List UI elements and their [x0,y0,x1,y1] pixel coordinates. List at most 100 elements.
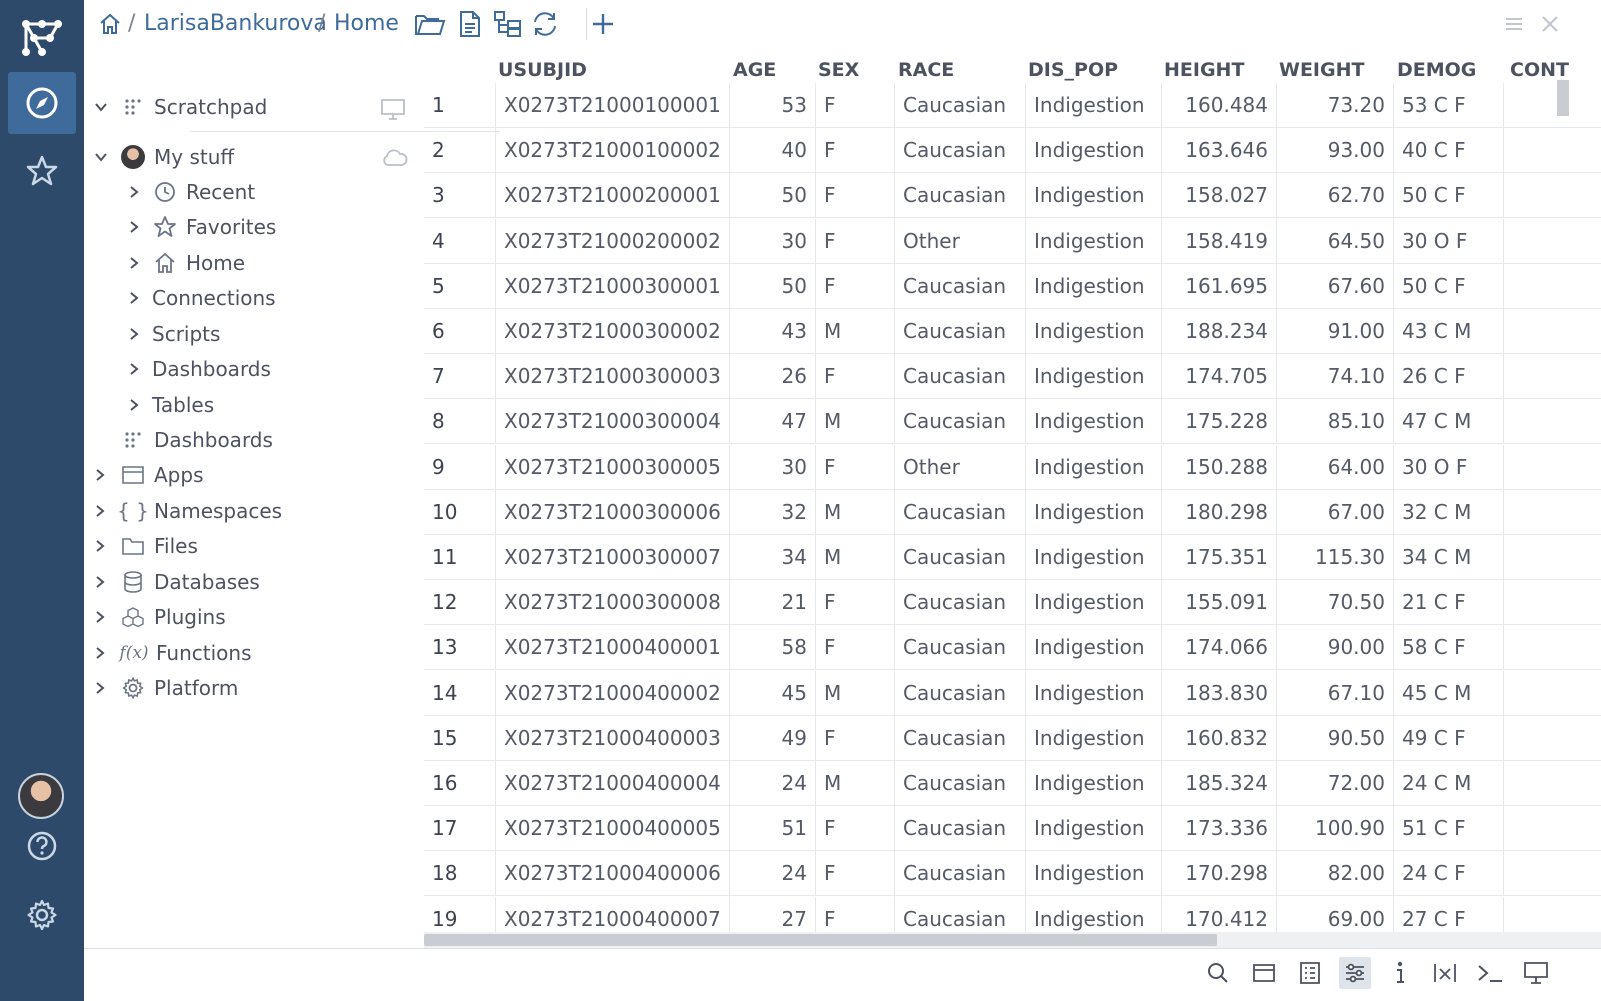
table-cell[interactable]: 26 [730,354,816,400]
table-cell[interactable]: Caucasian [895,625,1026,671]
chevron-right-icon[interactable] [128,398,140,412]
table-cell[interactable]: Indigestion [1026,535,1162,580]
chevron-down-icon[interactable] [94,100,108,114]
tree-item-apps[interactable]: Apps [120,458,204,492]
table-cell[interactable]: 158.419 [1162,218,1277,264]
tree-structure-icon[interactable] [492,10,524,42]
table-cell[interactable]: M [816,489,895,535]
table-cell[interactable]: 34 [730,535,816,580]
table-cell[interactable]: F [816,218,895,264]
table-cell[interactable]: F [816,173,895,219]
table-cell[interactable]: 21 [730,580,816,626]
table-cell[interactable]: 30 O F [1394,218,1504,264]
chevron-right-icon[interactable] [94,539,106,553]
table-cell[interactable] [1504,173,1601,218]
table-cell[interactable]: 45 [730,670,816,716]
table-cell[interactable]: X0273T21000300006 [496,489,730,535]
column-header-weight[interactable]: WEIGHT [1279,50,1364,84]
table-cell[interactable]: X0273T21000100002 [496,128,730,174]
table-cell[interactable] [1504,851,1601,896]
tree-item-home[interactable]: Home [152,246,245,280]
table-cell[interactable]: 64.50 [1277,218,1394,264]
table-cell[interactable] [1504,445,1601,490]
table-row[interactable]: 15 X0273T21000400003 49 F Caucasian Indigesti… [424,715,1601,761]
refresh-icon[interactable] [530,10,560,42]
table-cell[interactable] [1504,535,1601,580]
table-cell[interactable]: 30 [730,218,816,264]
table-cell[interactable]: 85.10 [1277,399,1394,445]
presentation-icon[interactable] [1520,957,1552,989]
table-cell[interactable]: 163.646 [1162,128,1277,174]
row-number[interactable]: 10 [424,489,496,535]
help-button[interactable] [8,815,76,877]
table-row[interactable]: 16 X0273T21000400004 24 M Caucasian Indigesti… [424,761,1601,806]
table-cell[interactable] [1504,580,1601,625]
row-number[interactable]: 3 [424,173,496,219]
chevron-right-icon[interactable] [94,610,106,624]
table-cell[interactable]: Caucasian [895,399,1026,445]
tree-item-tables[interactable]: Tables [152,388,214,422]
tree-item-favorites[interactable]: Favorites [152,210,276,244]
tree-item-namespaces[interactable]: { } Namespaces [117,494,282,528]
close-icon[interactable] [1540,14,1560,38]
table-cell[interactable] [1504,761,1601,806]
row-number[interactable]: 1 [424,83,496,128]
table-cell[interactable]: X0273T21000300001 [496,263,730,309]
table-cell[interactable]: Caucasian [895,851,1026,897]
table-cell[interactable]: 160.484 [1162,83,1277,128]
data-grid[interactable]: USUBJID AGE SEX RACE DIS_POP HEIGHT WEIGHT DEMO… [424,50,1601,948]
table-cell[interactable]: M [816,399,895,445]
chevron-right-icon[interactable] [128,185,140,199]
row-number[interactable]: 18 [424,851,496,897]
column-header-age[interactable]: AGE [733,50,776,84]
column-header-race[interactable]: RACE [898,50,954,84]
table-row[interactable]: 10 X0273T21000300006 32 M Caucasian Indigesti… [424,489,1601,535]
breadcrumb-user[interactable]: LarisaBankurova [144,11,327,36]
chevron-down-icon[interactable] [94,150,108,164]
column-header-usubjid[interactable]: USUBJID [498,50,587,84]
table-cell[interactable]: 26 C F [1394,354,1504,400]
table-cell[interactable]: Indigestion [1026,806,1162,852]
tree-item-my-dashboards[interactable]: Dashboards [152,352,271,386]
table-cell[interactable]: X0273T21000300005 [496,444,730,490]
tree-item-scratchpad[interactable]: Scratchpad [120,90,267,124]
table-cell[interactable] [1504,490,1601,535]
table-cell[interactable]: Caucasian [895,489,1026,535]
row-number[interactable]: 11 [424,535,496,580]
table-cell[interactable]: 47 [730,399,816,445]
table-row[interactable]: 8 X0273T21000300004 47 M Caucasian Indigestio… [424,399,1601,445]
table-cell[interactable]: Caucasian [895,806,1026,852]
table-cell[interactable]: 82.00 [1277,851,1394,897]
tree-item-scripts[interactable]: Scripts [152,317,220,351]
table-cell[interactable]: 67.60 [1277,263,1394,309]
row-number[interactable]: 15 [424,715,496,761]
tree-item-databases[interactable]: Databases [120,565,260,599]
table-cell[interactable] [1504,83,1601,128]
table-cell[interactable]: F [816,851,895,897]
table-row[interactable]: 6 X0273T21000300002 43 M Caucasian Indigestio… [424,309,1601,354]
table-cell[interactable]: Caucasian [895,580,1026,626]
table-cell[interactable]: Other [895,218,1026,264]
table-cell[interactable]: 173.336 [1162,806,1277,852]
row-number[interactable]: 13 [424,625,496,671]
table-cell[interactable]: Indigestion [1026,399,1162,445]
row-number[interactable]: 6 [424,309,496,354]
table-cell[interactable]: X0273T21000100001 [496,83,730,128]
tree-item-platform[interactable]: Platform [120,671,238,705]
table-row[interactable]: 18 X0273T21000400006 24 F Caucasian Indigesti… [424,851,1601,897]
table-cell[interactable] [1504,625,1601,670]
tree-item-files[interactable]: Files [120,529,198,563]
table-cell[interactable]: F [816,715,895,761]
table-row[interactable]: 4 X0273T21000200002 30 F Other Indigestion 158… [424,218,1601,264]
monitor-icon[interactable] [380,98,406,122]
row-number[interactable]: 9 [424,444,496,490]
column-header-demog[interactable]: DEMOG [1397,50,1476,84]
table-cell[interactable]: 70.50 [1277,580,1394,626]
row-number[interactable]: 8 [424,399,496,445]
chevron-right-icon[interactable] [94,646,106,660]
table-cell[interactable]: 32 [730,489,816,535]
table-cell[interactable]: F [816,806,895,852]
table-cell[interactable]: Indigestion [1026,489,1162,535]
table-cell[interactable]: 62.70 [1277,173,1394,219]
favorites-rail-button[interactable] [8,140,76,202]
